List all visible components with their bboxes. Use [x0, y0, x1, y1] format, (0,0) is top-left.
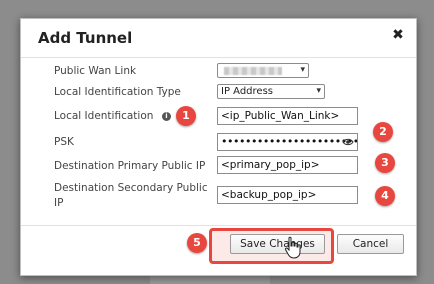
- hand-cursor-icon: [284, 236, 301, 259]
- close-icon[interactable]: ✖: [390, 27, 406, 43]
- step-badge-5: 5: [187, 233, 207, 253]
- dest-secondary-label-line2: IP: [54, 197, 64, 209]
- cancel-button[interactable]: Cancel: [337, 234, 404, 254]
- chevron-down-icon: ▾: [316, 86, 321, 96]
- psk-input[interactable]: ••••••••••••••••••••••••••••••••: [217, 133, 358, 151]
- step-badge-1: 1: [176, 106, 196, 126]
- local-id-type-label: Local Identification Type: [54, 86, 181, 98]
- local-id-label: Local Identification: [54, 110, 154, 122]
- save-button[interactable]: Save Changes: [230, 234, 325, 254]
- step-badge-4: 4: [375, 186, 395, 206]
- footer-divider: [21, 225, 416, 226]
- dest-primary-label: Destination Primary Public IP: [54, 160, 206, 172]
- dialog-header: Add Tunnel ✖: [21, 19, 416, 58]
- dest-secondary-label-line1: Destination Secondary Public: [54, 182, 208, 194]
- psk-label: PSK: [54, 136, 74, 148]
- step-badge-2: 2: [373, 122, 393, 142]
- local-id-input[interactable]: <ip_Public_Wan_Link>: [217, 107, 358, 125]
- psk-value: ••••••••••••••••••••••••••••••••: [221, 135, 357, 148]
- local-id-type-select[interactable]: IP Address ▾: [217, 84, 325, 99]
- public-wan-link-select[interactable]: ▾: [217, 63, 309, 78]
- dest-primary-input[interactable]: <primary_pop_ip>: [217, 156, 358, 174]
- chevron-down-icon: ▾: [300, 65, 305, 75]
- info-icon[interactable]: i: [162, 112, 171, 121]
- dialog-title: Add Tunnel: [38, 29, 133, 47]
- eye-icon[interactable]: [342, 136, 354, 148]
- step-badge-3: 3: [375, 153, 395, 173]
- public-wan-link-label: Public Wan Link: [54, 65, 137, 77]
- local-id-type-value: IP Address: [221, 86, 273, 97]
- redacted-value: [224, 67, 282, 75]
- dest-secondary-input[interactable]: <backup_pop_ip>: [217, 186, 358, 204]
